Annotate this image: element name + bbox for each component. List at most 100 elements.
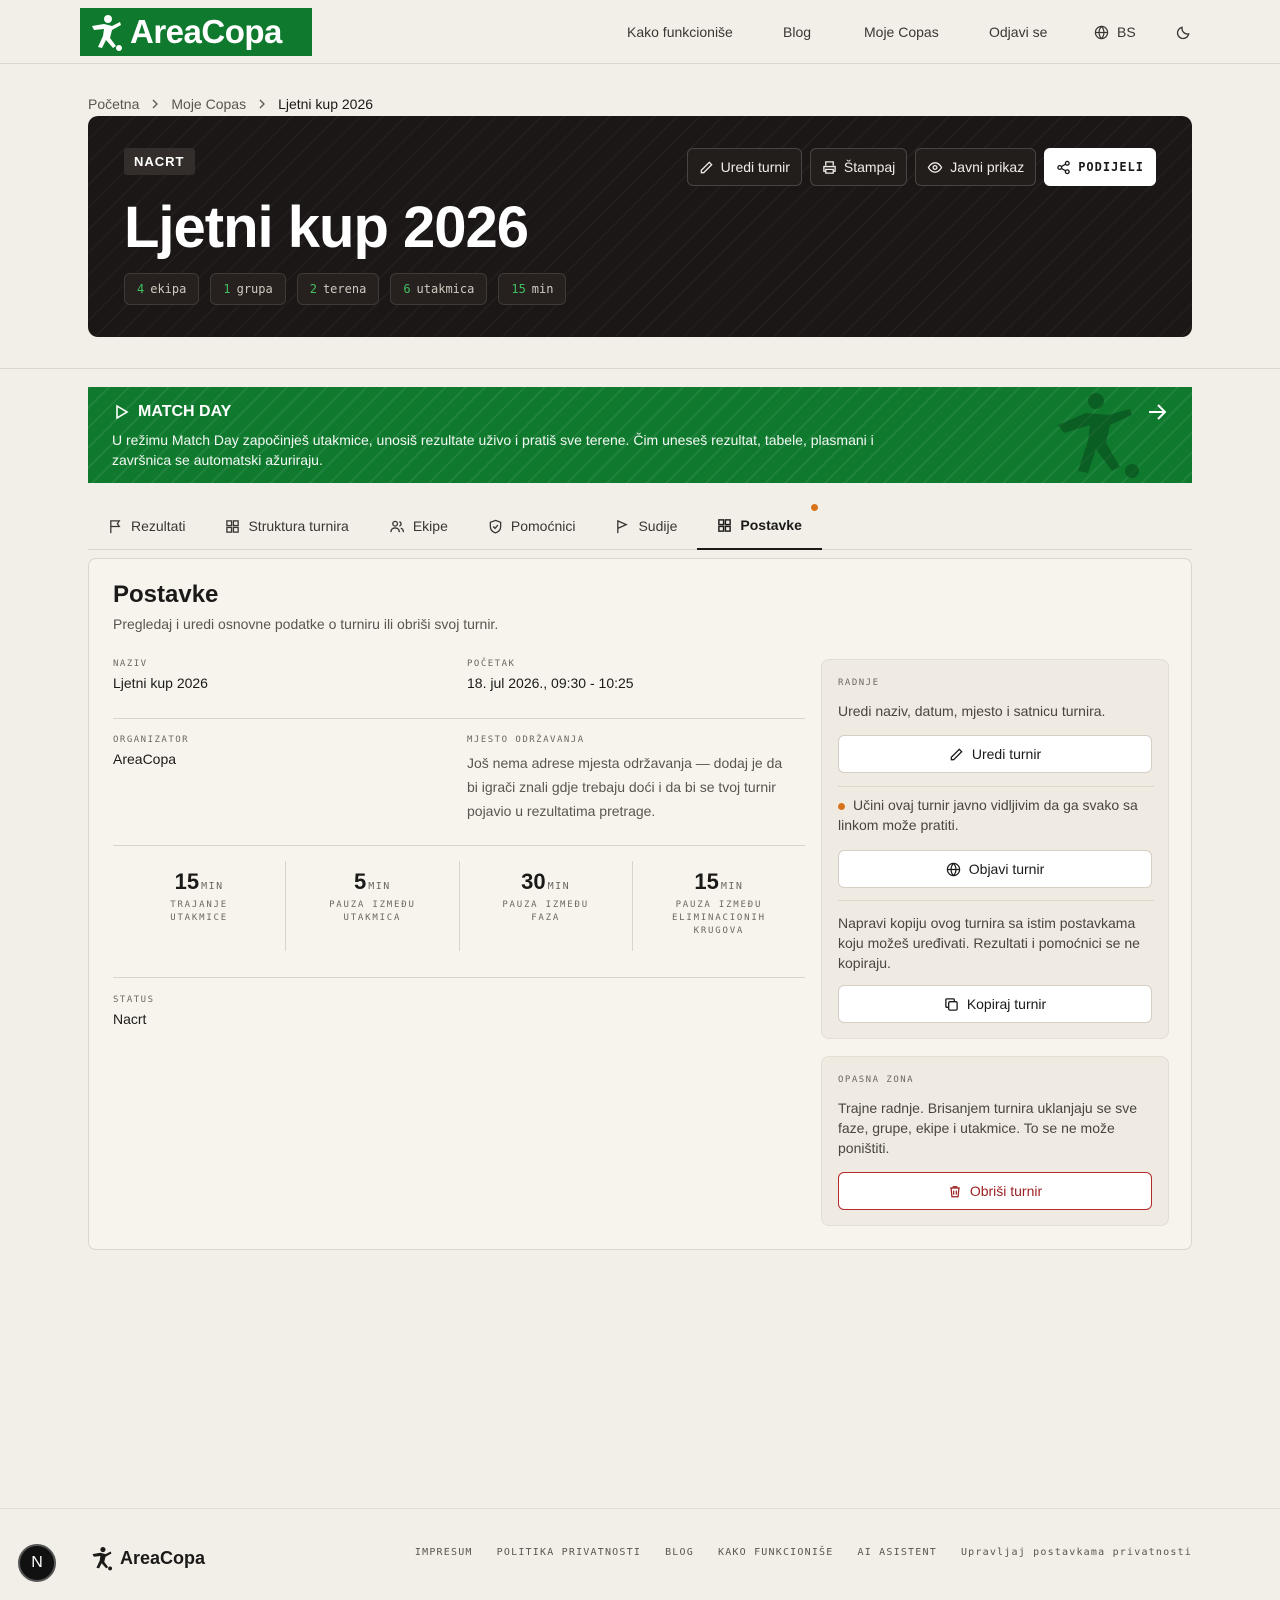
nav-logout[interactable]: Odjavi se bbox=[989, 0, 1047, 64]
footer-links: IMPRESUM POLITIKA PRIVATNOSTI BLOG KAKO … bbox=[415, 1547, 1192, 1558]
language-switcher[interactable]: BS bbox=[1094, 0, 1136, 64]
stat-label: TRAJANJE UTAKMICE bbox=[170, 900, 228, 923]
chip-num: 2 bbox=[309, 282, 317, 296]
dev-tools-badge[interactable]: N bbox=[18, 1544, 56, 1582]
footer-logo[interactable]: AreaCopa bbox=[88, 1545, 205, 1571]
share-button[interactable]: PODIJELI bbox=[1044, 148, 1156, 186]
footer-link-blog[interactable]: BLOG bbox=[665, 1547, 694, 1558]
stat-match-duration: 15 MIN TRAJANJE UTAKMICE bbox=[113, 861, 287, 951]
field-value: Još nema adrese mjesta održavanja — doda… bbox=[467, 755, 783, 819]
stat-number: 5 bbox=[353, 869, 367, 894]
field-label: MJESTO ODRŽAVANJA bbox=[467, 735, 585, 745]
copy-tournament-button[interactable]: Kopiraj turnir bbox=[838, 985, 1152, 1023]
chip-groups: 1 grupa bbox=[210, 273, 286, 305]
settings-subtitle: Pregledaj i uredi osnovne podatke o turn… bbox=[113, 616, 499, 632]
stat-break-between-phases: 30 MIN PAUZA IZMEĐU FAZA bbox=[460, 861, 633, 951]
tab-assistants[interactable]: Pomoćnici bbox=[468, 502, 596, 550]
nav-how-it-works-link[interactable]: Kako funkcioniše bbox=[627, 24, 733, 40]
tournament-stats-chips: 4 ekipa 1 grupa 2 terena 6 utakmica 15 min bbox=[124, 273, 567, 305]
chip-num: 15 bbox=[511, 282, 526, 296]
language-code: BS bbox=[1117, 24, 1136, 40]
tab-structure[interactable]: Struktura turnira bbox=[205, 502, 368, 550]
tab-teams[interactable]: Ekipe bbox=[369, 502, 468, 550]
tab-label: Sudije bbox=[638, 518, 678, 534]
nav-my-copas-link[interactable]: Moje Copas bbox=[864, 24, 939, 40]
chip-matches: 6 utakmica bbox=[390, 273, 488, 305]
button-label: Objavi turnir bbox=[968, 861, 1045, 877]
grid-icon bbox=[226, 519, 240, 533]
soccer-player-silhouette-icon bbox=[1058, 393, 1139, 478]
footer-link-privacy-settings[interactable]: Upravljaj postavkama privatnosti bbox=[961, 1547, 1192, 1558]
globe-icon bbox=[946, 862, 960, 876]
timing-stats: 15 MIN TRAJANJE UTAKMICE 5 MIN PAUZA IZMEĐ… bbox=[113, 861, 805, 951]
divider bbox=[113, 718, 805, 719]
actions-card: RADNJE Uredi naziv, datum, mjesto i satn… bbox=[821, 659, 1169, 1039]
footer-link-privacy-policy[interactable]: POLITIKA PRIVATNOSTI bbox=[497, 1547, 641, 1558]
danger-zone-label: OPASNA ZONA bbox=[838, 1075, 915, 1085]
breadcrumb-my-copas[interactable]: Moje Copas bbox=[171, 96, 246, 112]
section-divider bbox=[0, 368, 1280, 369]
stat-label: PAUZA IZMEĐU FAZA bbox=[502, 900, 589, 923]
tab-referees[interactable]: Sudije bbox=[595, 502, 697, 550]
users-icon bbox=[390, 520, 404, 532]
nav-blog-link[interactable]: Blog bbox=[783, 24, 811, 40]
chip-fields: 2 terena bbox=[296, 273, 380, 305]
top-navbar: AreaCopa Kako funkcioniše Blog Moje Copa… bbox=[0, 0, 1280, 64]
theme-toggle[interactable] bbox=[1176, 0, 1191, 64]
edit-tournament-card-button[interactable]: Uredi turnir bbox=[838, 735, 1152, 773]
warning-dot bbox=[838, 802, 845, 810]
tab-label: Ekipe bbox=[412, 518, 448, 534]
tab-results[interactable]: Rezultati bbox=[88, 502, 205, 550]
tab-label: Pomoćnici bbox=[510, 518, 576, 534]
field-label: POČETAK bbox=[467, 659, 516, 669]
public-view-button[interactable]: Javni prikaz bbox=[915, 148, 1037, 186]
logo-text: AreaCopa bbox=[130, 13, 282, 50]
field-name: NAZIV Ljetni kup 2026 bbox=[113, 659, 208, 691]
match-day-banner[interactable]: MATCH DAY U režimu Match Day započinješ … bbox=[88, 387, 1192, 483]
arrow-right-icon[interactable] bbox=[1146, 401, 1168, 423]
delete-tournament-button[interactable]: Obriši turnir bbox=[838, 1172, 1152, 1210]
field-label: STATUS bbox=[113, 995, 155, 1005]
settings-title: Postavke bbox=[113, 581, 219, 608]
share-icon bbox=[1057, 160, 1070, 174]
tab-settings[interactable]: Postavke bbox=[697, 502, 822, 550]
breadcrumb-current: Ljetni kup 2026 bbox=[278, 96, 374, 112]
print-button[interactable]: Štampaj bbox=[809, 148, 908, 186]
publish-description-text: Učini ovaj turnir javno vidljivim da ga … bbox=[838, 797, 1138, 833]
nav-how-it-works[interactable]: Kako funkcioniše bbox=[627, 0, 733, 64]
field-venue: MJESTO ODRŽAVANJA Još nema adrese mjesta… bbox=[467, 735, 787, 823]
field-value: Ljetni kup 2026 bbox=[113, 675, 208, 691]
button-label: Uredi turnir bbox=[971, 746, 1042, 762]
stat-label: PAUZA IZMEĐU ELIMINACIONIH KRUGOVA bbox=[671, 900, 766, 936]
actions-card-label: RADNJE bbox=[838, 678, 880, 688]
pencil-icon bbox=[700, 160, 713, 173]
tab-label: Struktura turnira bbox=[248, 518, 349, 534]
stat-number: 30 bbox=[521, 869, 546, 894]
footer-link-ai-assistant[interactable]: AI ASISTENT bbox=[858, 1547, 937, 1558]
edit-tournament-button[interactable]: Uredi turnir bbox=[686, 148, 802, 186]
copy-description: Napravi kopiju ovog turnira sa istim pos… bbox=[838, 915, 1140, 971]
logo[interactable]: AreaCopa bbox=[80, 8, 312, 56]
chip-label: grupa bbox=[236, 282, 273, 296]
field-value: 18. jul 2026., 09:30 - 10:25 bbox=[467, 675, 634, 691]
footer-link-how-it-works[interactable]: KAKO FUNKCIONIŠE bbox=[718, 1547, 834, 1558]
stat-unit: MIN bbox=[201, 881, 224, 892]
match-day-title-text: MATCH DAY bbox=[138, 403, 232, 420]
footer-link-impressum[interactable]: IMPRESUM bbox=[415, 1547, 473, 1558]
printer-icon bbox=[823, 160, 836, 174]
breadcrumb: Početna Moje Copas Ljetni kup 2026 bbox=[88, 96, 373, 112]
publish-tournament-button[interactable]: Objavi turnir bbox=[838, 850, 1152, 888]
match-day-title: MATCH DAY bbox=[112, 403, 231, 421]
nav-my-copas[interactable]: Moje Copas bbox=[864, 0, 939, 64]
trash-icon bbox=[950, 1185, 960, 1197]
nav-logout-link[interactable]: Odjavi se bbox=[989, 24, 1047, 40]
stat-break-between-matches: 5 MIN PAUZA IZMEĐU UTAKMICA bbox=[286, 861, 460, 951]
breadcrumb-home[interactable]: Početna bbox=[88, 96, 139, 112]
field-label: NAZIV bbox=[113, 659, 148, 669]
soccer-player-icon bbox=[92, 1546, 113, 1571]
chip-num: 6 bbox=[403, 282, 411, 296]
field-start: POČETAK 18. jul 2026., 09:30 - 10:25 bbox=[467, 659, 634, 691]
nav-blog[interactable]: Blog bbox=[783, 0, 811, 64]
publish-description: Učini ovaj turnir javno vidljivim da ga … bbox=[838, 795, 1154, 835]
stat-unit: MIN bbox=[720, 881, 744, 892]
